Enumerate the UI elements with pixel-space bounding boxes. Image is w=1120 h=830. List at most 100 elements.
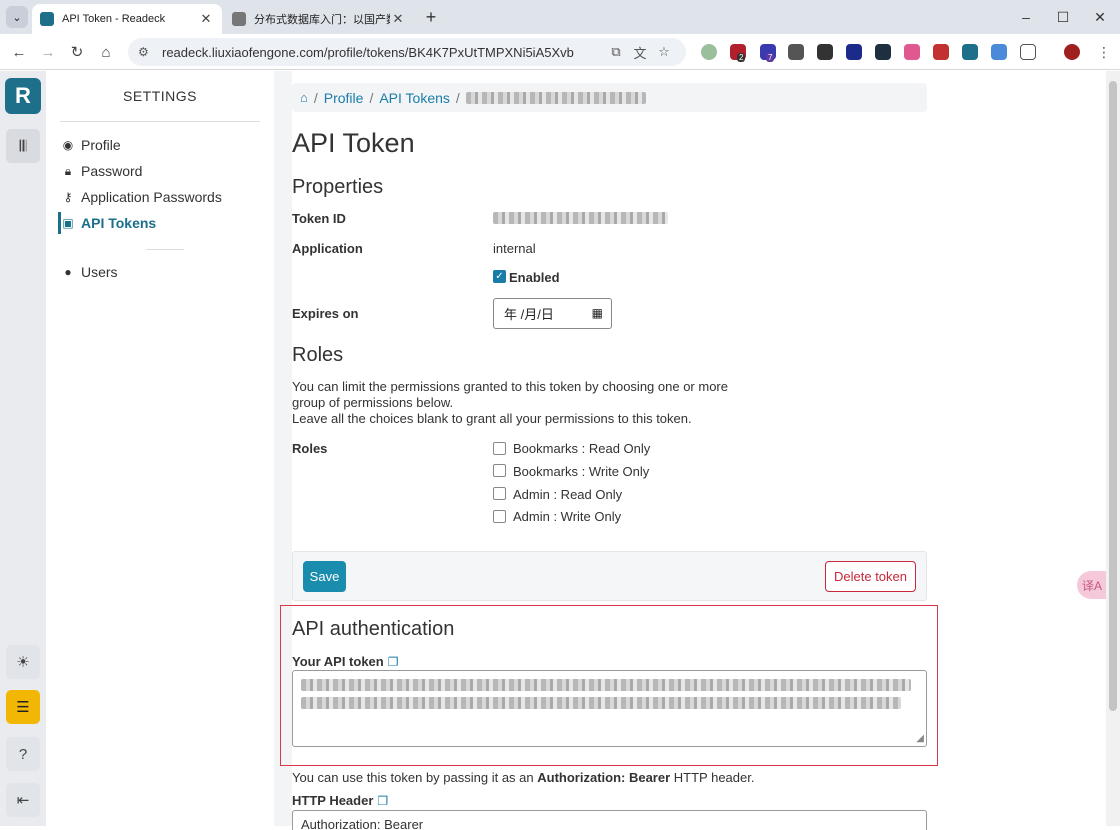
redacted-token-line [301,679,911,691]
sidebar-item-profile[interactable]: ◉ Profile [60,134,121,156]
breadcrumb-separator: / [455,89,460,106]
tab-book[interactable]: 分布式数据库入门：以国产数据 ✕ [224,4,414,34]
sidebar-item-api-tokens[interactable]: ▣ API Tokens [57,212,156,234]
readeck-favicon-icon [40,12,54,26]
reload-icon: ↻ [70,44,84,61]
minimize-button[interactable]: – [1010,6,1042,28]
browser-toolbar: ← → ↻ ⌂ ⚙ readeck.liuxiaofengone.com/pro… [0,34,1120,70]
scrollbar[interactable] [1106,71,1120,826]
extension-icon[interactable] [933,44,949,60]
http-header-field[interactable]: Authorization: Bearer [292,810,927,830]
form-actions: Save Delete token [292,551,927,601]
date-placeholder: 年 /月/日 [504,307,554,322]
question-icon: ? [18,745,28,763]
tab-list-button[interactable]: ⌄ [6,6,28,28]
tab-api-token[interactable]: API Token - Readeck ✕ [32,4,222,34]
tab-title: 分布式数据库入门：以国产数据 [254,14,390,26]
terminal-icon: ▣ [62,216,74,230]
roles-label: Roles [292,441,328,456]
save-button[interactable]: Save [303,561,346,592]
calendar-icon[interactable]: ▦ [592,306,603,320]
sidebar-item-label: Users [81,264,118,280]
install-app-icon[interactable]: ⧉ [604,44,628,60]
puzzle-icon[interactable] [1020,44,1036,60]
role-checkbox-bookmarks-write[interactable] [493,464,506,477]
sidebar-item-password[interactable]: 🔒︎ Password [60,160,143,182]
role-label: Bookmarks : Read Only [513,441,651,456]
sidebar-item-label: Profile [81,137,121,153]
role-label: Admin : Write Only [513,509,622,524]
arrow-left-icon: ← [11,43,27,61]
divider [60,121,260,122]
settings-button[interactable]: ☰ [6,690,40,724]
back-button[interactable]: ← [8,41,30,63]
expires-label: Expires on [292,306,359,321]
user-icon: ● [64,265,72,279]
scrollbar-thumb[interactable] [1109,81,1117,711]
roles-help-line: Leave all the choices blank to grant all… [292,411,692,426]
browser-tab-bar: ⌄ API Token - Readeck ✕ 分布式数据库入门：以国产数据 ✕… [0,0,1120,34]
maximize-button[interactable]: ☐ [1047,6,1079,28]
resize-grip-icon[interactable]: ◢ [916,733,924,744]
extension-icon[interactable] [817,44,833,60]
theme-toggle-button[interactable]: ☀ [6,645,40,679]
breadcrumb-profile-link[interactable]: Profile [324,90,364,106]
readeck-logo[interactable]: R [5,78,41,114]
readeck-extension-icon[interactable] [962,44,978,60]
roles-help-line: You can limit the permissions granted to… [292,379,728,410]
role-checkbox-admin-write[interactable] [493,510,506,523]
sidebar-item-label: Application Passwords [81,189,222,205]
sidebar-item-application-passwords[interactable]: ⚷ Application Passwords [60,186,222,208]
close-tab-icon[interactable]: ✕ [390,11,406,27]
reload-button[interactable]: ↻ [66,41,88,63]
expires-date-input[interactable]: 年 /月/日 ▦ [493,298,612,329]
breadcrumb-api-tokens-link[interactable]: API Tokens [379,90,450,106]
help-button[interactable]: ? [6,737,40,771]
application-value: internal [493,241,536,256]
site-info-icon[interactable]: ⚙ [138,45,154,59]
mail-icon[interactable] [788,44,804,60]
app-rail: R 𝄃𝄃 ☀ ☰ ? ⇤ [0,71,46,826]
usage-note-bold: Authorization: Bearer [537,770,671,785]
usage-note-suffix: HTTP header. [670,770,755,785]
sidebar-item-users[interactable]: ● Users [60,261,118,283]
avatar[interactable] [1064,44,1080,60]
library-button[interactable]: 𝄃𝄃 [6,129,40,163]
url-text: readeck.liuxiaofengone.com/profile/token… [162,44,574,60]
logout-button[interactable]: ⇤ [6,783,40,817]
role-checkbox-bookmarks-read[interactable] [493,442,506,455]
redacted-token-id [465,91,646,104]
sidebar-item-label: Password [81,163,143,179]
translate-float-button[interactable]: 译A [1077,571,1107,599]
close-tab-icon[interactable]: ✕ [198,11,214,27]
new-tab-button[interactable]: + [420,6,442,28]
extension-icon[interactable] [846,44,862,60]
translate-icon[interactable]: 文 [628,43,652,62]
extension-badge: 7 [766,53,775,62]
home-icon[interactable]: ⌂ [300,90,308,105]
qr-code-icon[interactable] [991,44,1007,60]
main-content: ⌂ / Profile / API Tokens / API Token Pro… [280,71,1106,830]
api-token-textarea[interactable]: ◢ [292,670,927,747]
enabled-label: Enabled [509,270,560,285]
address-bar[interactable]: ⚙ readeck.liuxiaofengone.com/profile/tok… [128,38,686,66]
home-button[interactable]: ⌂ [95,41,117,63]
usage-note-prefix: You can use this token by passing it as … [292,770,538,785]
page-title: API Token [292,128,415,158]
extension-icon[interactable] [875,44,891,60]
copy-icon[interactable]: ❐ [377,794,388,808]
delete-token-button[interactable]: Delete token [825,561,916,592]
copy-icon[interactable]: ❐ [388,655,399,669]
bookmark-star-icon[interactable]: ☆ [652,44,676,60]
settings-sidebar: SETTINGS ◉ Profile 🔒︎ Password ⚷ Applica… [46,71,274,826]
usage-note: You can use this token by passing it as … [292,770,754,785]
extension-icon[interactable] [904,44,920,60]
extension-icon[interactable] [701,44,717,60]
role-checkbox-admin-read[interactable] [493,487,506,500]
forward-button[interactable]: → [37,41,59,63]
roles-heading: Roles [292,344,344,366]
enabled-checkbox[interactable]: ✓ [493,270,506,283]
your-api-token-label: Your API token ❐ [292,654,399,669]
close-window-button[interactable]: ✕ [1084,6,1116,28]
menu-icon[interactable]: ⋮ [1097,44,1111,61]
